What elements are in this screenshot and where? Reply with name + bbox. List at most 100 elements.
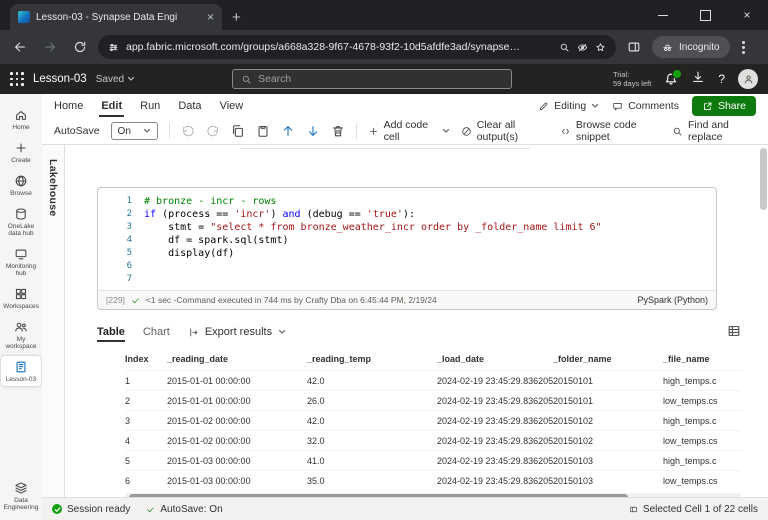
tracking-protection-eye-slash-icon[interactable] <box>577 42 588 53</box>
menubar-right: Editing Comments Share <box>538 96 756 116</box>
copy-icon[interactable] <box>231 124 245 138</box>
column-header[interactable]: _reading_temp <box>307 354 437 364</box>
notebook-title[interactable]: Lesson-03 <box>33 73 87 85</box>
code-line[interactable]: 1# bronze - incr - rows <box>98 195 716 208</box>
cell-language[interactable]: PySpark (Python) <box>637 295 708 305</box>
results-tab-table[interactable]: Table <box>97 320 125 344</box>
export-results-button[interactable]: Export results <box>188 326 286 338</box>
code-line[interactable]: 4 df = spark.sql(stmt) <box>98 234 716 247</box>
code-text: display(df) <box>144 247 234 260</box>
table-row[interactable]: 32015-01-02 00:00:0042.02024-02-19 23:45… <box>125 410 741 430</box>
share-button[interactable]: Share <box>692 96 756 116</box>
sidebar-item-workspaces[interactable]: Workspaces <box>1 283 41 313</box>
reload-button[interactable] <box>68 35 92 59</box>
status-bar: Session ready AutoSave: On Selected Cell… <box>42 497 768 520</box>
table-cell: 2015-01-02 00:00:00 <box>167 436 307 446</box>
table-row[interactable]: 52015-01-03 00:00:0041.02024-02-19 23:45… <box>125 450 741 470</box>
menu-tab-home[interactable]: Home <box>54 94 83 118</box>
autosave-value: On <box>118 126 131 137</box>
new-tab-button[interactable]: + <box>232 9 241 26</box>
code-line[interactable]: 7 <box>98 273 716 286</box>
sidebar-item-create[interactable]: Create <box>1 137 41 167</box>
notebook-canvas[interactable]: 1# bronze - incr - rows2if (process == '… <box>65 145 768 497</box>
clear-all-outputs-button[interactable]: Clear all output(s) <box>461 119 549 143</box>
table-row[interactable]: 42015-01-02 00:00:0032.02024-02-19 23:45… <box>125 430 741 450</box>
menu-tab-data[interactable]: Data <box>178 94 201 118</box>
table-row[interactable]: 62015-01-03 00:00:0035.02024-02-19 23:45… <box>125 470 741 490</box>
sidebar-item-home[interactable]: Home <box>1 104 41 134</box>
results-grid-view-button[interactable] <box>727 324 741 341</box>
vertical-scrollbar[interactable] <box>760 148 767 210</box>
column-header[interactable]: _load_date <box>437 354 553 364</box>
menu-tab-edit[interactable]: Edit <box>101 94 122 118</box>
user-avatar[interactable] <box>738 69 758 89</box>
code-line[interactable]: 5 display(df) <box>98 247 716 260</box>
sidebar-item-data-engineering[interactable]: Data Engineering <box>1 477 41 514</box>
tab-close-icon[interactable]: × <box>207 11 214 23</box>
save-status[interactable]: Saved <box>96 74 135 85</box>
table-row[interactable]: 22015-01-01 00:00:0026.02024-02-19 23:45… <box>125 390 741 410</box>
lakehouse-collapsed-panel[interactable]: Lakehouse <box>42 145 65 497</box>
browser-tab[interactable]: Lesson-03 - Synapse Data Engi × <box>10 4 222 30</box>
search-icon[interactable] <box>559 42 570 53</box>
close-button[interactable]: × <box>726 0 768 30</box>
app-launcher-waffle-icon[interactable] <box>10 72 24 86</box>
code-line[interactable]: 3 stmt = "select * from bronze_weather_i… <box>98 221 716 234</box>
back-button[interactable] <box>8 35 32 59</box>
move-cell-up-icon[interactable] <box>281 124 295 138</box>
sidebar-item-monitoring-hub[interactable]: Monitoring hub <box>1 243 41 280</box>
menu-tab-view[interactable]: View <box>220 94 244 118</box>
sidebar-item-browse[interactable]: Browse <box>1 170 41 200</box>
sidebar-item-onelake-data-hub[interactable]: OneLake data hub <box>1 203 41 240</box>
chevron-down-icon <box>591 102 599 110</box>
code-line[interactable]: 2if (process == 'incr') and (debug == 't… <box>98 208 716 221</box>
engineering-icon <box>14 481 28 495</box>
sidebar-item-lesson-03[interactable]: Lesson-03 <box>1 356 41 386</box>
table-row[interactable]: 12015-01-01 00:00:0042.02024-02-19 23:45… <box>125 370 741 390</box>
horizontal-scrollbar-thumb[interactable] <box>129 494 628 497</box>
maximize-button[interactable] <box>684 0 726 30</box>
move-cell-down-icon[interactable] <box>306 124 320 138</box>
help-button[interactable]: ? <box>718 72 725 86</box>
add-code-cell-label: Add code cell <box>384 119 437 143</box>
session-ready-icon <box>52 504 62 514</box>
table-cell: 42.0 <box>307 416 437 426</box>
bookmark-star-icon[interactable] <box>595 42 606 53</box>
column-header[interactable]: _folder_name <box>553 354 663 364</box>
column-header[interactable]: _reading_date <box>167 354 307 364</box>
add-code-cell-button[interactable]: Add code cell <box>368 119 450 143</box>
horizontal-scrollbar-track[interactable] <box>125 493 741 497</box>
browse-snippet-label: Browse code snippet <box>576 119 661 143</box>
column-header[interactable]: _file_name <box>663 354 741 364</box>
window-controls: × <box>642 0 768 30</box>
export-icon <box>188 327 199 338</box>
share-label: Share <box>718 100 746 112</box>
downloads-button[interactable] <box>691 70 705 89</box>
delete-cell-trash-icon[interactable] <box>331 124 345 138</box>
browser-menu-button[interactable] <box>742 41 745 54</box>
notifications-button[interactable] <box>664 72 678 86</box>
address-input[interactable]: app.fabric.microsoft.com/groups/a668a328… <box>98 35 616 59</box>
global-search-input[interactable]: Search <box>232 69 512 89</box>
code-lines[interactable]: 1# bronze - incr - rows2if (process == '… <box>98 188 716 290</box>
sidebar-item-my-workspace[interactable]: My workspace <box>1 316 41 353</box>
reload-icon <box>73 40 87 54</box>
find-and-replace-button[interactable]: Find and replace <box>672 119 756 143</box>
side-panel-button[interactable] <box>622 35 646 59</box>
forward-button[interactable] <box>38 35 62 59</box>
autosave-dropdown[interactable]: On <box>111 122 158 140</box>
redo-icon[interactable] <box>206 124 220 138</box>
results-tab-chart[interactable]: Chart <box>143 320 170 344</box>
code-line[interactable]: 6 <box>98 260 716 273</box>
comments-button[interactable]: Comments <box>612 100 679 112</box>
menu-tab-run[interactable]: Run <box>140 94 160 118</box>
minimize-button[interactable] <box>642 0 684 30</box>
code-cell[interactable]: 1# bronze - incr - rows2if (process == '… <box>97 187 717 310</box>
undo-icon[interactable] <box>181 124 195 138</box>
table-cell: 20150102 <box>553 436 663 446</box>
browse-code-snippet-button[interactable]: Browse code snippet <box>560 119 661 143</box>
paste-icon[interactable] <box>256 124 270 138</box>
code-text: if (process == 'incr') and (debug == 'tr… <box>144 208 415 221</box>
editing-mode-button[interactable]: Editing <box>538 100 599 112</box>
column-header[interactable]: Index <box>125 354 167 364</box>
